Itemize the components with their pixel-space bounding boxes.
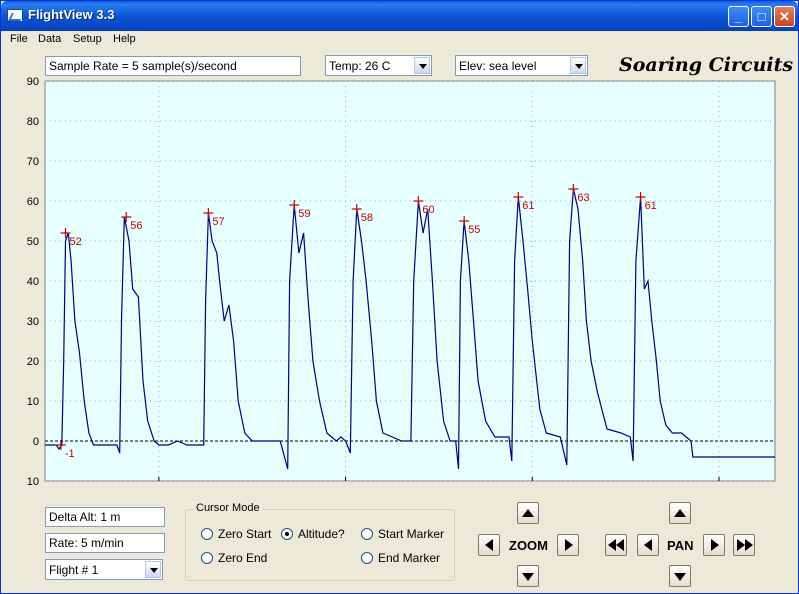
elev-select-value: Elev: sea level [459,59,537,73]
peak-marker-label: 58 [361,212,373,224]
peak-marker-label: 63 [577,192,589,204]
chevron-down-icon[interactable] [414,57,430,74]
peak-marker-label: 52 [70,236,82,248]
radio-zero-end[interactable]: Zero End [201,551,267,565]
rate-field: Rate: 5 m/min [45,533,165,553]
y-tick-label: 80 [27,116,39,128]
app-window: FlightView 3.3 _ □ ✕ File Data Setup Hel… [0,0,799,594]
flight-select[interactable]: Flight # 1 [45,559,163,580]
flight-select-value: Flight # 1 [49,563,99,577]
menu-help[interactable]: Help [113,33,136,45]
radio-end-marker[interactable]: End Marker [361,551,440,565]
peak-marker-label: 59 [298,208,310,220]
radio-label: Zero End [218,551,268,565]
cursor-mode-group [185,509,455,581]
pan-down-button[interactable] [669,565,691,587]
radio-label: End Marker [378,551,441,565]
zoom-left-button[interactable] [478,534,500,556]
title-bar[interactable]: FlightView 3.3 _ □ ✕ [1,1,798,31]
app-chart-icon [7,9,23,22]
maximize-icon[interactable]: □ [751,6,772,27]
delta-alt-field: Delta Alt: 1 m [45,507,165,527]
radio-altitude[interactable]: Altitude? [281,527,345,541]
y-tick-label: 60 [27,196,39,208]
minimize-icon[interactable]: _ [728,6,749,27]
pan-far-right-button[interactable] [733,534,755,556]
peak-marker-label: 57 [212,216,224,228]
y-tick-label: 90 [27,76,39,88]
radio-dot-icon [201,528,213,540]
y-tick-label: 20 [27,356,39,368]
pan-up-button[interactable] [669,502,691,524]
radio-label: Start Marker [378,527,445,541]
radio-dot-icon [361,528,373,540]
chevron-down-icon[interactable] [145,561,161,578]
temp-select-value: Temp: 26 C [329,59,391,73]
cursor-mode-title: Cursor Mode [194,502,262,514]
menu-data[interactable]: Data [38,33,61,45]
pan-far-left-button[interactable] [605,534,627,556]
radio-label: Altitude? [298,527,345,541]
y-tick-label: 30 [27,316,39,328]
window-title: FlightView 3.3 [28,7,115,22]
menu-setup[interactable]: Setup [73,33,102,45]
menu-file[interactable]: File [10,33,28,45]
zoom-right-button[interactable] [557,534,579,556]
menu-bar: File Data Setup Help [2,31,797,49]
peak-marker-label: 56 [130,220,142,232]
y-tick-label: 10 [27,396,39,408]
zoom-down-button[interactable] [517,565,539,587]
radio-label: Zero Start [218,527,272,541]
radio-zero-start[interactable]: Zero Start [201,527,271,541]
peak-marker-label: 61 [645,200,657,212]
zoom-in-up-button[interactable] [517,502,539,524]
y-tick-label: 10 [27,476,39,485]
start-marker-label: -1 [65,448,75,460]
peak-marker-label: 61 [522,200,534,212]
peak-marker-label: 55 [468,224,480,236]
peak-marker-label: 60 [422,204,434,216]
radio-dot-icon [201,552,213,564]
radio-start-marker[interactable]: Start Marker [361,527,444,541]
pan-right-button[interactable] [703,534,725,556]
y-tick-label: 40 [27,276,39,288]
zoom-label: ZOOM [509,538,548,553]
radio-dot-icon [361,552,373,564]
chevron-down-icon[interactable] [570,57,586,74]
y-tick-label: 50 [27,236,39,248]
y-tick-label: 0 [33,436,39,448]
pan-label: PAN [667,538,694,553]
pan-left-button[interactable] [637,534,659,556]
altitude-chart[interactable]: 9080706050403020100102468525657595860556… [1,73,798,485]
radio-dot-selected-icon [281,528,293,540]
close-icon[interactable]: ✕ [774,6,795,27]
y-tick-label: 70 [27,156,39,168]
